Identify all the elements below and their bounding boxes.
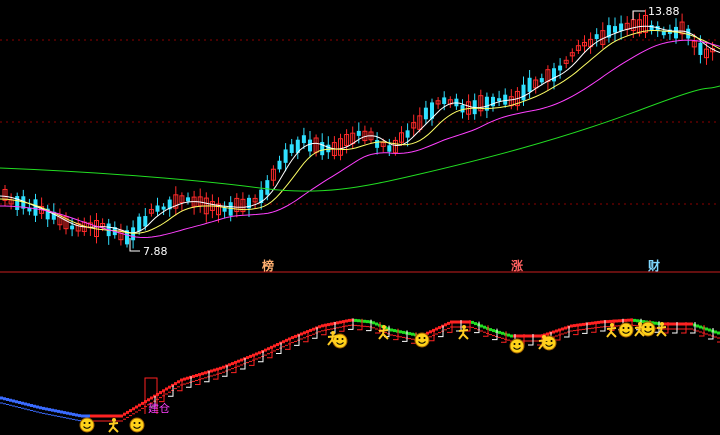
runner-head bbox=[660, 322, 664, 326]
runner-head bbox=[542, 335, 546, 339]
candle-body-down bbox=[503, 94, 508, 105]
candle-body-down bbox=[33, 199, 38, 216]
runner-head bbox=[638, 322, 642, 326]
candle-body-down bbox=[137, 216, 142, 232]
marker-bang: 榜 bbox=[262, 258, 274, 273]
smiley-eye bbox=[649, 326, 652, 328]
ma-short-line bbox=[0, 25, 720, 234]
smiley-eye bbox=[518, 343, 521, 345]
runner-head bbox=[112, 418, 116, 422]
running-figure-icon bbox=[108, 418, 119, 433]
trend-ribbon bbox=[0, 318, 720, 422]
smiley-icon bbox=[509, 338, 525, 354]
smiley-eye bbox=[133, 422, 136, 424]
candle-body-down bbox=[161, 206, 166, 210]
signal-icons bbox=[79, 321, 667, 433]
candle-body-down bbox=[387, 145, 392, 152]
runner-head bbox=[382, 325, 386, 329]
jiancang-signal-label: 建仓 bbox=[148, 401, 170, 415]
candle-body-down bbox=[521, 84, 526, 101]
runner-head bbox=[331, 331, 335, 335]
low-price-label: 7.88 bbox=[143, 245, 168, 258]
smiley-eye bbox=[138, 422, 141, 424]
candle-body-down bbox=[326, 144, 331, 153]
candle-body-down bbox=[356, 130, 361, 136]
candle-body-down bbox=[289, 144, 294, 153]
marker-cai: 财 bbox=[647, 258, 660, 273]
running-figure-icon bbox=[606, 323, 617, 338]
candle-body-down bbox=[442, 97, 447, 105]
candle-body-down bbox=[698, 42, 703, 55]
low-price-annotation: 7.88 bbox=[129, 238, 168, 258]
smiley-icon bbox=[618, 322, 634, 338]
smiley-face bbox=[79, 417, 95, 433]
smiley-eye bbox=[418, 337, 421, 339]
smiley-face bbox=[618, 322, 634, 338]
candle-body-down bbox=[301, 135, 306, 144]
candle-body-down bbox=[619, 23, 624, 31]
smiley-icon bbox=[129, 417, 145, 433]
candle-body-down bbox=[558, 65, 563, 71]
candle-body-down bbox=[222, 207, 227, 212]
candle-body-down bbox=[497, 98, 502, 102]
candle-body-down bbox=[186, 197, 190, 202]
runner-body bbox=[656, 325, 667, 337]
runner-body bbox=[458, 328, 469, 340]
smiley-face bbox=[414, 332, 430, 348]
smiley-eye bbox=[513, 343, 516, 345]
runner-head bbox=[610, 323, 614, 327]
candle-body-down bbox=[131, 227, 136, 241]
smiley-eye bbox=[83, 422, 86, 424]
candle-body-down bbox=[552, 68, 556, 82]
smiley-eye bbox=[550, 340, 553, 342]
candle-body-down bbox=[308, 139, 312, 152]
candle-body-down bbox=[277, 160, 282, 170]
smiley-eye bbox=[622, 327, 625, 329]
candle-body-down bbox=[405, 130, 410, 138]
candle-body-down bbox=[70, 225, 75, 230]
candle-body-down bbox=[375, 139, 380, 148]
smiley-eye bbox=[627, 327, 630, 329]
stock-chart-stage: 13.88 7.88 榜 涨 财 建仓 bbox=[0, 5, 720, 433]
candle-body-down bbox=[283, 149, 288, 163]
smiley-eye bbox=[644, 326, 647, 328]
runner-body bbox=[606, 326, 617, 338]
main-kline-panel: 13.88 7.88 榜 涨 财 bbox=[0, 5, 720, 273]
smiley-eye bbox=[336, 338, 339, 340]
high-price-label: 13.88 bbox=[648, 5, 680, 18]
smiley-icon bbox=[79, 417, 95, 433]
candle-body-down bbox=[539, 78, 544, 83]
candle-body-down bbox=[594, 34, 599, 40]
runner-head bbox=[462, 325, 466, 329]
smiley-eye bbox=[423, 337, 426, 339]
smiley-eye bbox=[88, 422, 91, 424]
candle-body-down bbox=[649, 24, 654, 31]
candle-body-down bbox=[143, 216, 148, 227]
candle-body-down bbox=[613, 26, 617, 33]
marker-zhang: 涨 bbox=[511, 258, 523, 273]
indicator-panel: 建仓 bbox=[0, 318, 720, 433]
runner-body bbox=[108, 421, 119, 433]
candle-body-down bbox=[527, 77, 532, 92]
candle-body-down bbox=[265, 180, 270, 195]
candle-body-down bbox=[423, 107, 428, 120]
candle-body-down bbox=[155, 205, 160, 212]
high-price-annotation: 13.88 bbox=[632, 5, 680, 20]
smiley-face bbox=[509, 338, 525, 354]
smiley-eye bbox=[341, 338, 344, 340]
smiley-face bbox=[129, 417, 145, 433]
smiley-icon bbox=[414, 332, 430, 348]
runner-body bbox=[378, 328, 389, 340]
